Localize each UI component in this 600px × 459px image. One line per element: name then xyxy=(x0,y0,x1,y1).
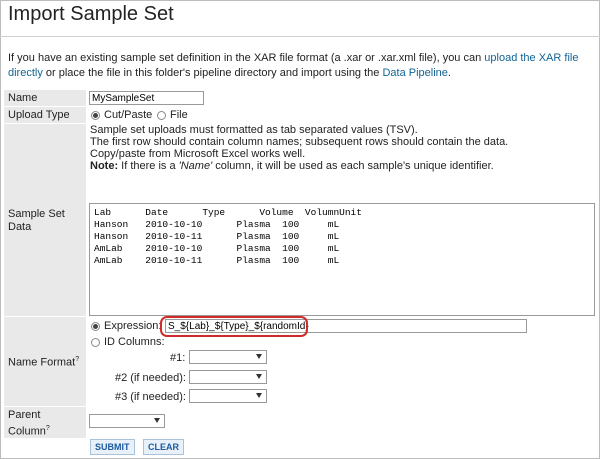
name-input[interactable] xyxy=(89,91,204,105)
name-format-help-icon[interactable]: ? xyxy=(75,356,79,363)
id2-select[interactable] xyxy=(189,370,267,384)
upload-help-text: Sample set uploads must formatted as tab… xyxy=(90,124,509,172)
parent-column-select[interactable] xyxy=(89,414,165,428)
id2-label: #2 (if needed): xyxy=(115,372,186,384)
id-columns-radio[interactable] xyxy=(91,338,100,347)
id3-select[interactable] xyxy=(189,389,267,403)
intro-text-mid: or place the file in this folder's pipel… xyxy=(42,67,383,79)
title-divider xyxy=(0,36,600,37)
file-radio[interactable] xyxy=(157,111,166,120)
submit-button[interactable]: SUBMIT xyxy=(90,439,135,455)
clear-button[interactable]: CLEAR xyxy=(143,439,184,455)
id-columns-label: ID Columns: xyxy=(104,336,165,348)
id1-select[interactable] xyxy=(189,350,267,364)
intro-text-pre: If you have an existing sample set defin… xyxy=(8,52,485,64)
sample-data-textarea[interactable]: Lab Date Type Volume VolumnUnit Hanson 2… xyxy=(89,203,595,316)
cut-paste-label: Cut/Paste xyxy=(104,109,153,121)
expression-highlight xyxy=(160,316,308,337)
file-label: File xyxy=(170,109,188,121)
intro-text-post: . xyxy=(447,67,451,79)
name-format-label: Name Format? xyxy=(4,317,86,406)
chevron-down-icon xyxy=(256,393,262,398)
id1-label: #1: xyxy=(170,352,186,364)
chevron-down-icon xyxy=(256,374,262,379)
parent-column-help-icon[interactable]: ? xyxy=(46,425,50,432)
parent-column-label: Parent Column? xyxy=(4,407,86,438)
id3-label: #3 (if needed): xyxy=(115,391,186,403)
upload-type-label: Upload Type xyxy=(4,107,86,123)
cut-paste-radio[interactable] xyxy=(91,111,100,120)
expression-radio[interactable] xyxy=(91,322,100,331)
data-pipeline-link[interactable]: Data Pipeline xyxy=(382,67,447,79)
chevron-down-icon xyxy=(256,354,262,359)
intro-text: If you have an existing sample set defin… xyxy=(8,51,593,81)
chevron-down-icon xyxy=(154,418,160,423)
page-title: Import Sample Set xyxy=(8,3,174,25)
sample-set-data-label: Sample Set Data xyxy=(4,124,86,316)
expression-label: Expression: xyxy=(104,320,162,332)
name-label: Name xyxy=(4,90,86,106)
